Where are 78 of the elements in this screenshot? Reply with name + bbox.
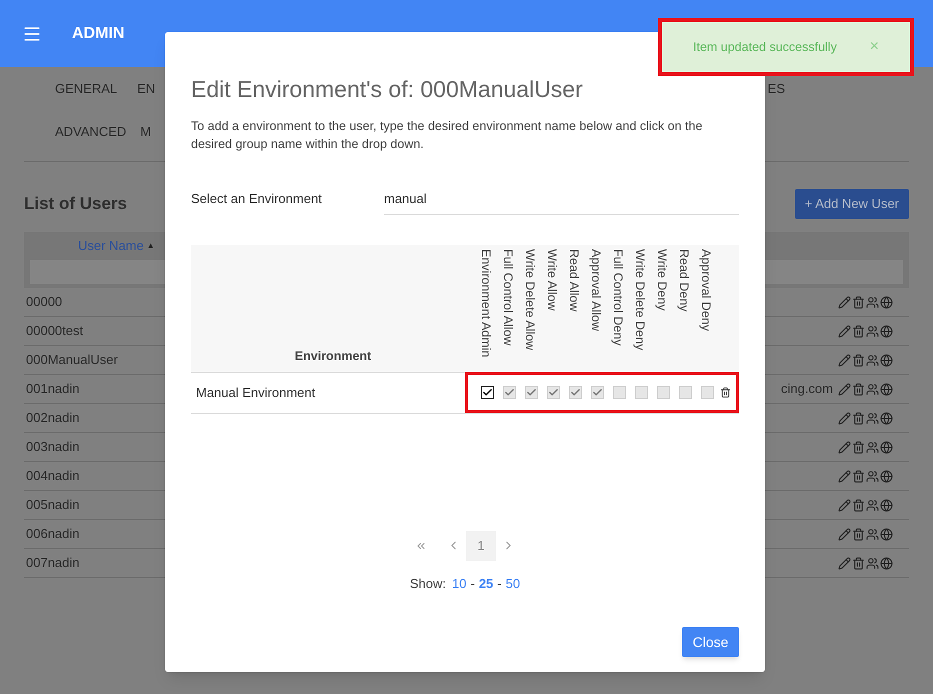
nav-tab[interactable]: ADVANCED: [55, 122, 126, 142]
page-size-link[interactable]: 50: [506, 574, 520, 593]
table-cell-text: 000ManualUser: [26, 351, 118, 370]
table-cell-text: 002nadin: [26, 409, 80, 428]
table-cell-text: 005nadin: [26, 496, 80, 514]
pencil-icon[interactable]: [838, 324, 851, 338]
column-header: Environment: [294, 348, 372, 365]
nav-tab[interactable]: EN: [137, 78, 156, 98]
globe-icon[interactable]: [880, 382, 893, 396]
column-header: Write Deny: [654, 248, 670, 310]
modal-title: Edit Environment's of: 000ManualUser: [191, 75, 584, 104]
page-size-link[interactable]: 10: [452, 574, 466, 593]
users-icon[interactable]: [866, 296, 879, 308]
column-header: Read Deny: [676, 248, 692, 312]
users-icon[interactable]: [866, 412, 879, 424]
trash-icon[interactable]: [720, 387, 731, 398]
pencil-icon[interactable]: [838, 382, 851, 396]
show-label: Show:: [410, 574, 446, 592]
column-header: Approval Deny: [698, 248, 714, 330]
toast-message: Item updated successfully: [693, 38, 837, 56]
users-icon[interactable]: [866, 498, 879, 512]
users-icon[interactable]: [866, 440, 879, 454]
column-header: Write Allow: [544, 248, 560, 310]
pencil-icon[interactable]: [838, 412, 851, 424]
table-cell-text: 00000: [26, 293, 62, 312]
globe-icon[interactable]: [880, 440, 893, 454]
field-label: Select an Environment: [191, 190, 323, 208]
separator: -: [470, 574, 475, 592]
globe-icon[interactable]: [880, 324, 893, 338]
sort-indicator: ▲: [146, 240, 155, 252]
environment-field[interactable]: manual: [384, 182, 739, 214]
users-icon[interactable]: [866, 556, 879, 570]
checkbox[interactable]: [480, 386, 494, 399]
table-cell-text: cing.com: [780, 380, 833, 398]
nav-tab[interactable]: ES: [768, 78, 785, 98]
close-button[interactable]: Close: [682, 627, 739, 657]
pencil-icon[interactable]: [838, 470, 851, 482]
column-header: Approval Allow: [588, 248, 604, 330]
globe-icon[interactable]: [880, 354, 893, 366]
globe-icon[interactable]: [880, 296, 893, 308]
users-icon[interactable]: [866, 324, 879, 338]
users-icon[interactable]: [866, 382, 879, 396]
table-cell-text: 003nadin: [26, 438, 80, 456]
table-cell-text: 001nadin: [26, 380, 80, 398]
globe-icon[interactable]: [880, 556, 893, 570]
column-header: Read Allow: [566, 248, 582, 312]
column-header: Full Control Allow: [500, 248, 516, 346]
table-cell-text: Manual Environment: [195, 384, 316, 402]
page-button[interactable]: 1: [466, 530, 496, 560]
page-size-link[interactable]: 25: [478, 574, 494, 593]
separator: -: [497, 574, 502, 592]
section-title: List of Users: [24, 193, 127, 216]
users-icon[interactable]: [866, 528, 879, 540]
globe-icon[interactable]: [880, 498, 893, 512]
pencil-icon[interactable]: [838, 528, 851, 540]
app-title: ADMIN: [72, 24, 124, 44]
modal-description: To add a environment to the user, type the desired environment name below and click on the desired group name within the drop down.: [191, 118, 704, 152]
pencil-icon[interactable]: [838, 296, 851, 308]
table-cell-text: 007nadin: [26, 554, 80, 572]
pencil-icon[interactable]: [838, 354, 851, 366]
table-cell-text: 004nadin: [26, 467, 80, 486]
pencil-icon[interactable]: [838, 556, 851, 570]
table-cell-text: 00000test: [26, 322, 84, 340]
globe-icon[interactable]: [880, 470, 893, 482]
nav-tab[interactable]: M: [140, 122, 152, 142]
nav-tab[interactable]: GENERAL: [55, 78, 118, 98]
globe-icon[interactable]: [880, 412, 893, 424]
users-icon[interactable]: [866, 354, 879, 366]
table-cell-text: 006nadin: [26, 525, 80, 544]
column-header: Environment Admin: [478, 248, 494, 357]
column-header: Full Control Deny: [610, 248, 626, 346]
add-user-button[interactable]: + Add New User: [794, 189, 909, 219]
users-icon[interactable]: [866, 470, 879, 482]
pencil-icon[interactable]: [838, 498, 851, 512]
column-header: Write Delete Allow: [522, 248, 538, 350]
pencil-icon[interactable]: [838, 440, 851, 454]
globe-icon[interactable]: [880, 528, 893, 540]
column-header: Write Delete Deny: [632, 248, 648, 350]
